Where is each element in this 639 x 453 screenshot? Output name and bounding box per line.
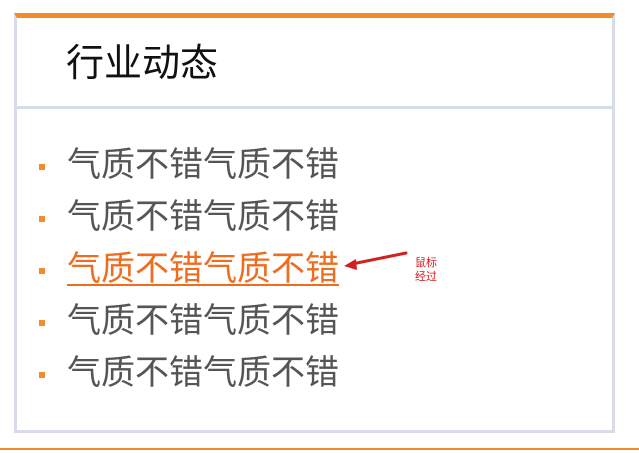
bottom-accent-line xyxy=(0,448,639,450)
news-link[interactable]: 气质不错气质不错 xyxy=(67,301,339,341)
red-arrow-icon xyxy=(344,251,408,270)
news-item[interactable]: 气质不错气质不错 xyxy=(39,145,459,185)
page-canvas: 行业动态 气质不错气质不错 气质不错气质不错 气质不错气质不错 气质不错气质不错 xyxy=(0,0,639,453)
bullet-square-icon xyxy=(39,372,45,378)
news-item[interactable]: 气质不错气质不错 xyxy=(39,353,459,393)
news-panel: 行业动态 气质不错气质不错 气质不错气质不错 气质不错气质不错 气质不错气质不错 xyxy=(14,13,615,433)
news-link-hovered[interactable]: 气质不错气质不错 xyxy=(67,249,339,289)
news-item[interactable]: 气质不错气质不错 xyxy=(39,301,459,341)
bullet-square-icon xyxy=(39,320,45,326)
bullet-square-icon xyxy=(39,164,45,170)
hover-annotation: 鼠标经过 xyxy=(415,256,437,283)
news-item[interactable]: 气质不错气质不错 xyxy=(39,197,459,237)
panel-title: 行业动态 xyxy=(66,41,219,85)
bullet-square-icon xyxy=(39,268,45,274)
news-link[interactable]: 气质不错气质不错 xyxy=(67,145,339,185)
bullet-square-icon xyxy=(39,216,45,222)
panel-header: 行业动态 xyxy=(17,18,612,109)
news-link[interactable]: 气质不错气质不错 xyxy=(67,353,339,393)
news-link[interactable]: 气质不错气质不错 xyxy=(67,197,339,237)
